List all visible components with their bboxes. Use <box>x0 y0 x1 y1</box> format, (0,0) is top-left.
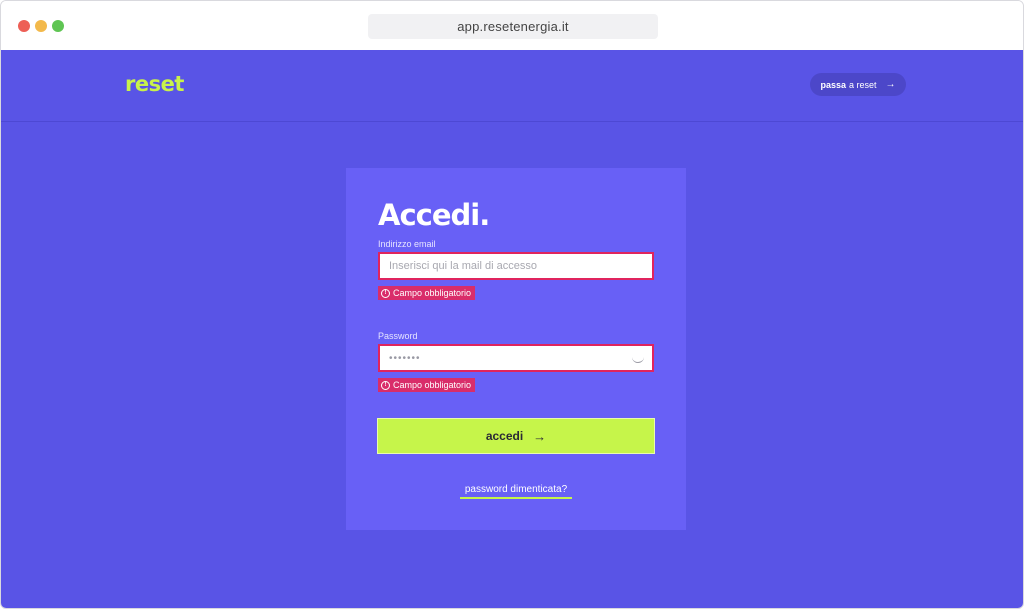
switch-button-bold-label: passa <box>820 79 846 90</box>
login-button-label: accedi <box>485 429 524 443</box>
maximize-window-button[interactable] <box>52 20 64 32</box>
switch-button-label: a reset <box>849 79 877 90</box>
email-error-text: Campo obbligatorio <box>393 288 472 298</box>
page-title: Accedi. <box>378 198 490 232</box>
login-button[interactable]: accedi → <box>377 418 655 454</box>
password-field[interactable]: ••••••• <box>378 344 654 372</box>
switch-to-reset-button[interactable]: passa a reset → <box>810 73 906 96</box>
address-bar[interactable]: app.resetenergia.it <box>368 14 658 39</box>
browser-window: app.resetenergia.it reset passa a reset … <box>0 0 1024 609</box>
minimize-window-button[interactable] <box>35 20 47 32</box>
password-value: ••••••• <box>389 352 421 364</box>
login-card: Accedi. Indirizzo email Inserisci qui la… <box>346 168 686 530</box>
page: reset passa a reset → Accedi. Indirizzo … <box>1 50 1023 608</box>
email-field[interactable]: Inserisci qui la mail di accesso <box>378 252 654 280</box>
arrow-right-icon: → <box>533 428 547 444</box>
email-label: Indirizzo email <box>378 239 436 249</box>
forgot-password-link[interactable]: password dimenticata? <box>460 484 572 499</box>
browser-chrome: app.resetenergia.it <box>1 1 1023 50</box>
top-navigation: reset passa a reset → <box>1 50 1023 122</box>
arrow-right-icon: → <box>885 79 896 90</box>
reset-logo[interactable]: reset <box>125 72 184 96</box>
error-icon: ! <box>381 380 390 390</box>
email-error-badge: ! Campo obbligatorio <box>378 286 476 300</box>
show-password-icon[interactable] <box>632 353 644 363</box>
error-icon: ! <box>381 288 390 298</box>
password-error-text: Campo obbligatorio <box>393 380 472 390</box>
close-window-button[interactable] <box>18 20 30 32</box>
password-error-badge: ! Campo obbligatorio <box>378 378 476 392</box>
email-placeholder: Inserisci qui la mail di accesso <box>389 260 537 272</box>
password-label: Password <box>378 331 418 341</box>
